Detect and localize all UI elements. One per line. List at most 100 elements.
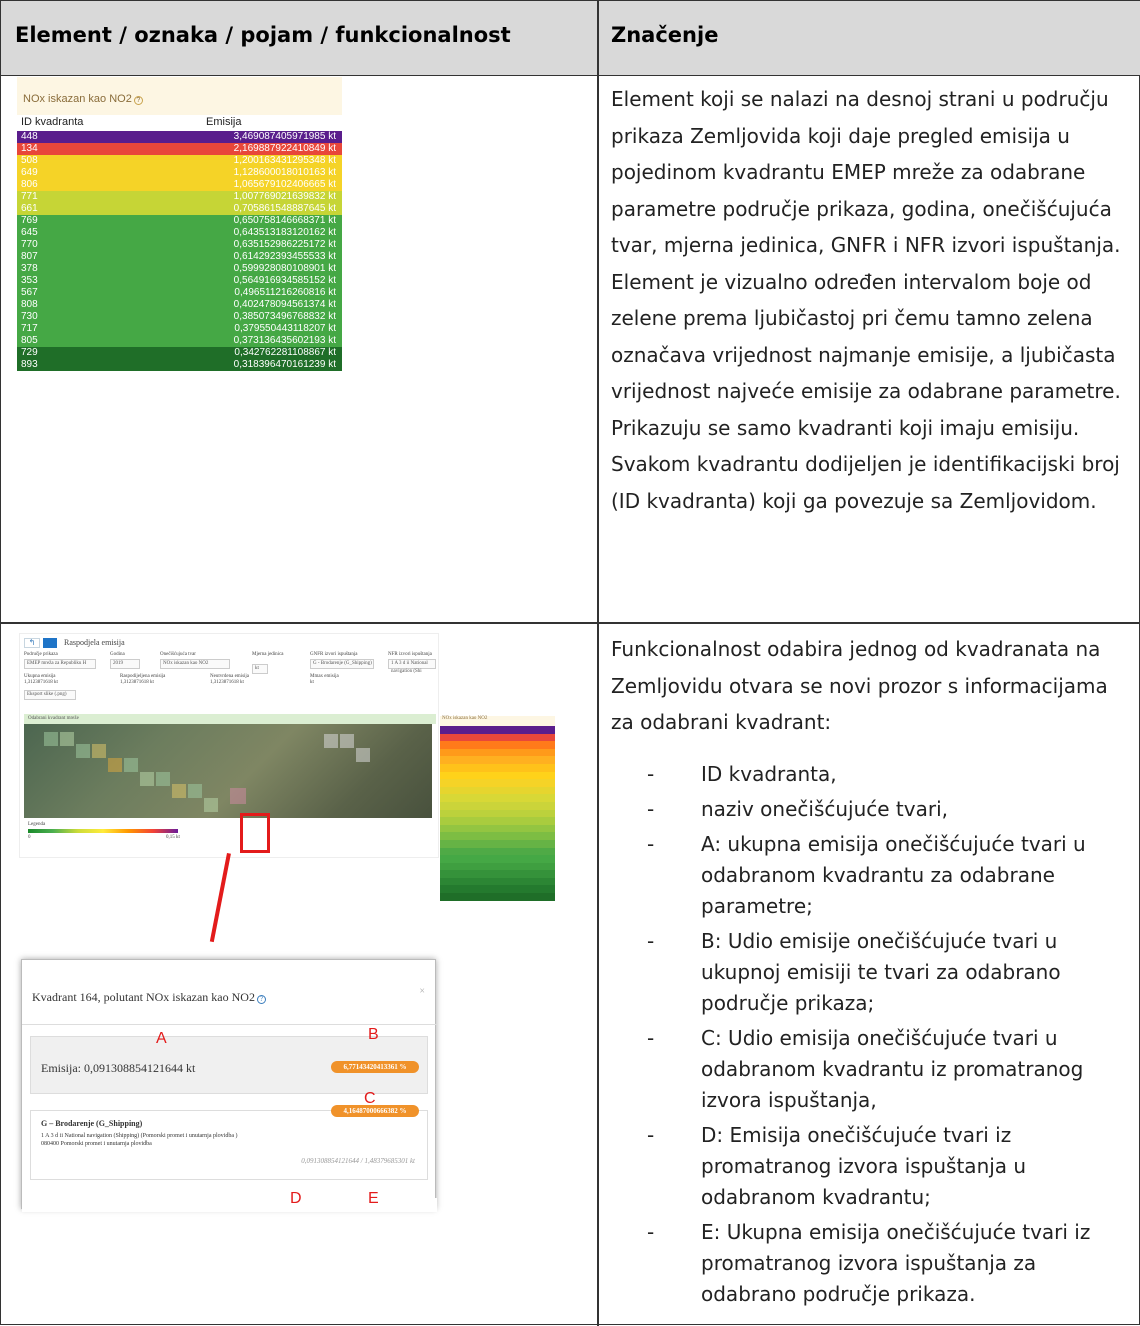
total-emission-label: Ukupna emisija (24, 674, 56, 679)
distributed-emission-value: 1,3123871618 kt (120, 680, 154, 685)
map-area[interactable] (24, 724, 432, 818)
list-item: naziv onečišćujuće tvari, (611, 794, 1136, 825)
legend-col-emission: Emisija (206, 116, 242, 128)
map-label: Odabrani kvadrant mreže (24, 714, 436, 724)
legend-row-value: 0,379550443118207 kt (234, 323, 336, 334)
year-label: Godina (110, 652, 125, 657)
legend-row-id: 508 (21, 155, 38, 166)
side-legend-row (440, 726, 555, 734)
legend-row-id: 567 (21, 287, 38, 298)
legend-row-id: 729 (21, 347, 38, 358)
year-select[interactable]: 2019 (110, 659, 140, 669)
undetermined-emission-label: Neutvrdena emisija (210, 674, 250, 679)
side-legend-row (440, 786, 555, 795)
legend-row-id: 806 (21, 179, 38, 190)
legend-row: 567 0,496511216260816 kt (17, 287, 342, 299)
legend-row-id: 661 (21, 203, 38, 214)
legend-row-id: 645 (21, 227, 38, 238)
legend-row-value: 0,385073496768832 kt (233, 311, 336, 322)
legend-row-value: 0,614292393455533 kt (233, 251, 336, 262)
side-legend-rows (440, 726, 555, 901)
legend-row-id: 805 (21, 335, 38, 346)
legend-row: 661 0,705861548887645 kt (17, 203, 342, 215)
nfr-label: NFR izvori ispuštanja (388, 652, 432, 657)
side-legend-caption: NOx iskazan kao NO2 (440, 716, 555, 726)
legend-max: 0,15 kt (166, 835, 180, 840)
legend-row-value: 0,564916934585152 kt (233, 275, 336, 286)
source-title: G – Brodarenje (G_Shipping) (41, 1119, 143, 1128)
side-legend-row (440, 794, 555, 802)
area-select[interactable]: EMEP mreža za Republiku H (24, 659, 96, 669)
quadrant-popup: Kvadrant 164, polutant NOx iskazan kao N… (21, 959, 437, 1212)
letter-c: C (364, 1090, 376, 1107)
side-legend-row (440, 763, 555, 772)
letter-e: E (368, 1190, 379, 1207)
header-meaning-column: Značenje (611, 23, 719, 47)
emission-legend-image: NOx iskazan kao NO2? ID kvadranta Emisij… (17, 77, 342, 429)
unit-label: Mjerna jedinica (252, 652, 284, 657)
meaning-table: Element / oznaka / pojam / funkcionalnos… (0, 0, 1140, 1326)
export-button[interactable]: Eksport slike (.png) (24, 690, 76, 700)
screenshot-title: Raspodjela emisija (64, 638, 125, 647)
side-legend-row (440, 771, 555, 780)
legend-row-value: 2,169887922410849 kt (233, 143, 336, 154)
header-element-column: Element / oznaka / pojam / funkcionalnos… (15, 23, 511, 47)
table-header: Element / oznaka / pojam / funkcionalnos… (1, 1, 1140, 76)
nfr-select[interactable]: 1 A 3 d ii National navigation (Shi (388, 659, 436, 674)
gnfr-label: GNFR izvori ispuštanja (310, 652, 358, 657)
list-item: E: Ukupna emisija onečišćujuće tvari iz … (611, 1217, 1136, 1310)
distributed-emission-label: Raspodijeljena emisija (120, 674, 166, 679)
side-legend-row (440, 832, 555, 840)
legend-row: 717 0,379550443118207 kt (17, 323, 342, 335)
legend-row: 806 1,065679102406665 kt (17, 179, 342, 191)
legend-row-value: 0,496511216260816 kt (234, 287, 336, 298)
emission-box: Emisija: 0,091308854121644 kt 6,77143420… (30, 1036, 428, 1094)
legend-row-id: 353 (21, 275, 38, 286)
source-box: G – Brodarenje (G_Shipping) 1 A 3 d ii N… (30, 1105, 428, 1180)
list-item: A: ukupna emisija onečišćujuće tvari u o… (611, 829, 1136, 922)
side-legend-row (440, 824, 555, 833)
legend-row: 805 0,373136435602193 kt (17, 335, 342, 347)
info-icon: ? (256, 995, 266, 1004)
info-icon: ? (133, 96, 143, 105)
legend-row: 769 0,650758146668371 kt (17, 215, 342, 227)
list-item: ID kvadranta, (611, 759, 1136, 790)
legend-row-id: 770 (21, 239, 38, 250)
legend-row-value: 1,007769021639832 kt (233, 191, 336, 202)
legend-row-value: 0,650758146668371 kt (233, 215, 336, 226)
max-emission-value: kt (310, 680, 314, 685)
legend-row-id: 771 (21, 191, 38, 202)
gnfr-select[interactable]: G - Brodarenje (G_Shipping) (310, 659, 374, 669)
row-divider (1, 622, 1140, 624)
legend-row: 807 0,614292393455533 kt (17, 251, 342, 263)
side-legend-row (440, 885, 555, 894)
legend-row: 645 0,643513183120162 kt (17, 227, 342, 239)
side-legend-row (440, 779, 555, 787)
legend-row: 770 0,635152986225172 kt (17, 239, 342, 251)
back-icon[interactable]: ↰ (24, 638, 40, 648)
legend-row: 448 3,469087405971985 kt (17, 131, 342, 143)
row2-list: ID kvadranta, naziv onečišćujuće tvari, A:… (611, 759, 1136, 1310)
view-icon[interactable] (43, 638, 57, 648)
pollutant-select[interactable]: NOx iskazan kao NO2 (160, 659, 230, 669)
close-icon[interactable]: × (419, 986, 425, 997)
max-emission-label: Mmax emisija (310, 674, 339, 679)
legend-row-id: 448 (21, 131, 38, 142)
distribution-screenshot: ↰ Raspodjela emisija Područje prikaza EM… (19, 633, 555, 904)
unit-select[interactable]: kt (252, 664, 268, 674)
legend-row: 729 0,342762281108867 kt (17, 347, 342, 359)
legend-row-id: 893 (21, 359, 38, 370)
row2-intro: Funkcionalnost odabira jednog od kvadran… (611, 637, 1108, 734)
legend-caption: NOx iskazan kao NO2? (17, 77, 342, 115)
highlight-connector (209, 853, 231, 943)
legend-row-id: 717 (21, 323, 38, 334)
list-item: D: Emisija onečišćujuće tvari iz promatr… (611, 1120, 1136, 1213)
popup-title: Kvadrant 164, polutant NOx iskazan kao N… (32, 990, 266, 1005)
legend-row: 893 0,318396470161239 kt (17, 359, 342, 371)
side-legend-row (440, 748, 555, 757)
emission-value: Emisija: 0,091308854121644 kt (41, 1061, 196, 1075)
side-legend-row (440, 870, 555, 878)
legend-row-value: 3,469087405971985 kt (233, 131, 336, 142)
legend-gradient (28, 829, 178, 833)
side-legend-row (440, 801, 555, 810)
